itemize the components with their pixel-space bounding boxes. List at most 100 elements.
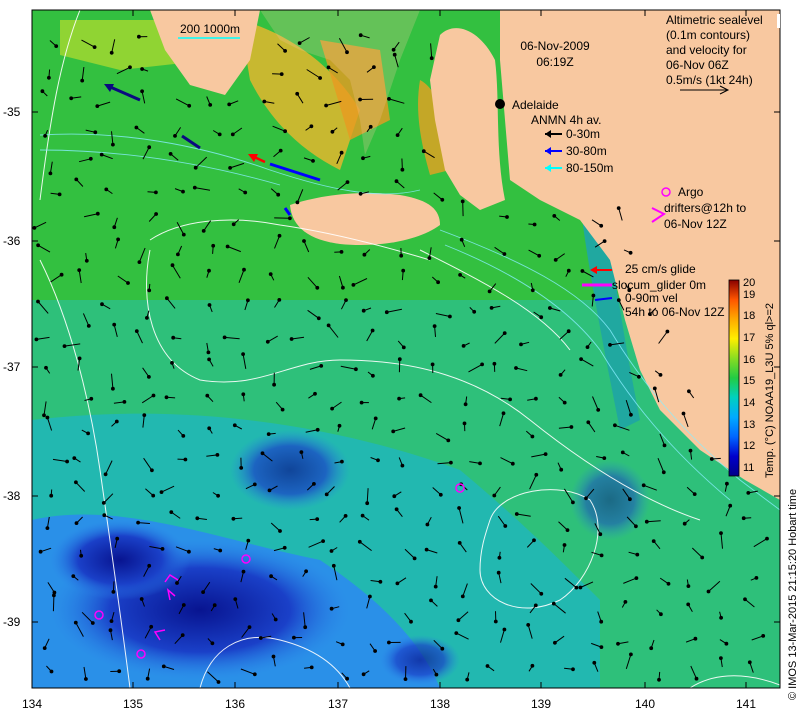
velocity-arrow-head xyxy=(599,619,604,624)
velocity-arrow-head xyxy=(258,636,263,640)
velocity-arrow-head xyxy=(693,636,698,641)
velocity-arrow-head xyxy=(634,576,639,580)
velocity-arrow-head xyxy=(278,148,283,153)
velocity-arrow-head xyxy=(706,589,711,594)
velocity-arrow-head xyxy=(315,517,320,521)
velocity-arrow-head xyxy=(351,283,356,287)
velocity-arrow-head xyxy=(400,463,405,468)
velocity-arrow-head xyxy=(370,328,375,333)
velocity-arrow-head xyxy=(376,458,380,463)
velocity-arrow-head xyxy=(299,450,304,455)
sst-map: 134 135 136 137 138 139 140 141 -35 -36 … xyxy=(3,9,799,711)
velocity-arrow-head xyxy=(169,510,174,514)
velocity-arrow-head xyxy=(311,159,315,163)
velocity-arrow-head xyxy=(709,457,714,461)
velocity-arrow-head xyxy=(324,492,329,497)
velocity-arrow-head xyxy=(754,576,759,580)
velocity-arrow-head xyxy=(532,538,536,543)
velocity-arrow-head xyxy=(218,548,223,553)
adelaide-marker xyxy=(495,99,505,109)
velocity-arrow-head xyxy=(266,432,271,437)
cb-tick: 20 xyxy=(743,277,755,289)
velocity-arrow-head xyxy=(765,536,769,541)
velocity-arrow-head xyxy=(295,200,300,205)
velocity-arrow-head xyxy=(566,268,571,273)
x-tick: 139 xyxy=(531,697,551,711)
velocity-arrow-head xyxy=(278,529,282,533)
x-tick: 136 xyxy=(225,697,245,711)
velocity-arrow-head xyxy=(137,260,142,265)
velocity-arrow-head xyxy=(193,165,198,170)
velocity-arrow-head xyxy=(282,545,287,550)
velocity-arrow-head xyxy=(252,672,257,677)
velocity-arrow-head xyxy=(397,396,402,401)
velocity-arrow-head xyxy=(651,539,656,543)
velocity-arrow-head xyxy=(579,357,583,362)
city-label: Adelaide xyxy=(512,98,559,112)
velocity-arrow-head xyxy=(302,239,306,243)
velocity-arrow-head xyxy=(724,641,729,646)
velocity-arrow-head xyxy=(112,322,117,327)
velocity-arrow-head xyxy=(340,459,344,464)
velocity-arrow-head xyxy=(530,434,535,439)
colorbar-label: Temp. (°C) NOAA19_L3U 5% ql>=2 xyxy=(764,303,776,478)
velocity-arrow-head xyxy=(90,621,95,625)
velocity-arrow-head xyxy=(399,253,404,258)
velocity-arrow-head xyxy=(463,402,468,407)
velocity-arrow-head xyxy=(227,102,232,107)
velocity-arrow-head xyxy=(539,315,544,320)
glider-line: 0-90m vel xyxy=(625,291,678,305)
velocity-arrow-head xyxy=(228,166,233,170)
velocity-arrow-head xyxy=(309,665,314,670)
velocity-arrow-head xyxy=(613,423,617,428)
velocity-arrow-head xyxy=(465,677,470,682)
velocity-arrow-head xyxy=(459,237,464,242)
velocity-arrow-head xyxy=(430,362,435,367)
velocity-arrow-head xyxy=(460,199,465,204)
velocity-arrow-head xyxy=(230,132,235,137)
velocity-arrow-head xyxy=(391,429,396,434)
velocity-arrow-head xyxy=(147,563,152,568)
velocity-arrow-head xyxy=(623,600,628,604)
velocity-arrow-head xyxy=(492,493,497,498)
velocity-arrow-head xyxy=(565,528,570,532)
velocity-arrow-head xyxy=(458,273,463,277)
velocity-arrow-head xyxy=(434,672,439,677)
velocity-arrow-head xyxy=(461,344,466,348)
velocity-arrow-head xyxy=(741,516,746,521)
velocity-arrow-head xyxy=(222,335,227,340)
velocity-arrow-head xyxy=(608,343,612,347)
y-tick: -36 xyxy=(3,234,21,248)
velocity-arrow-head xyxy=(371,373,375,378)
velocity-arrow-head xyxy=(117,669,122,674)
velocity-arrow-head xyxy=(368,594,372,599)
velocity-arrow-head xyxy=(170,361,174,365)
velocity-arrow-head xyxy=(592,660,597,665)
velocity-arrow-head xyxy=(38,549,43,554)
ocean-layer xyxy=(32,10,780,688)
y-tick: -35 xyxy=(3,105,21,119)
cb-tick: 13 xyxy=(743,419,755,431)
velocity-arrow-head xyxy=(140,89,145,94)
velocity-arrow-head xyxy=(489,306,494,310)
velocity-arrow-head xyxy=(530,663,535,668)
velocity-arrow-head xyxy=(187,103,192,108)
velocity-arrow-head xyxy=(492,361,497,366)
velocity-arrow-head xyxy=(54,44,59,48)
velocity-arrow-head xyxy=(216,680,221,684)
velocity-arrow-head xyxy=(628,497,632,502)
glider-line: 54h to 06-Nov 12Z xyxy=(625,305,724,319)
velocity-arrow-head xyxy=(181,434,186,438)
velocity-arrow-head xyxy=(43,134,47,138)
velocity-arrow-head xyxy=(288,216,292,221)
velocity-arrow-head xyxy=(195,516,200,521)
velocity-arrow-head xyxy=(207,357,212,362)
velocity-arrow-head xyxy=(629,412,633,417)
velocity-arrow-head xyxy=(160,547,165,551)
velocity-arrow-head xyxy=(134,125,139,130)
x-tick: 140 xyxy=(635,697,655,711)
argo-line: drifters@12h to xyxy=(664,201,747,215)
velocity-arrow-head xyxy=(530,288,535,293)
velocity-arrow-head xyxy=(326,323,331,328)
velocity-arrow-head xyxy=(170,263,175,268)
